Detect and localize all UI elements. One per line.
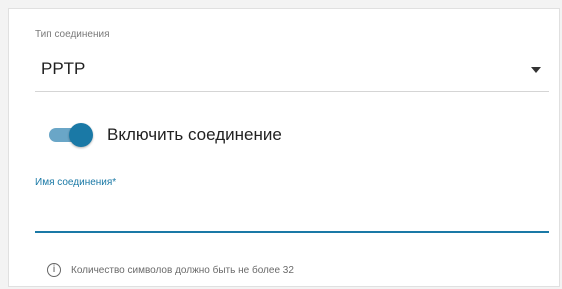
enable-connection-label: Включить соединение [107, 125, 282, 144]
connection-name-underline [35, 231, 549, 233]
toggle-thumb[interactable] [69, 123, 93, 147]
connection-name-label: Имя соединения* [35, 177, 117, 188]
connection-name-input[interactable] [35, 201, 549, 229]
info-icon: i [47, 263, 61, 277]
chevron-down-icon[interactable] [531, 67, 541, 73]
enable-connection-row[interactable]: Включить соединение [49, 119, 282, 151]
hint-row: i Количество символов должно быть не бол… [47, 263, 294, 277]
connection-settings-card: Тип соединения PPTP Включить соединение … [8, 8, 560, 287]
enable-connection-toggle[interactable] [49, 123, 93, 147]
connection-type-value[interactable]: PPTP [41, 59, 85, 79]
hint-text: Количество символов должно быть не более… [71, 264, 294, 276]
connection-type-underline [35, 91, 549, 92]
connection-type-label: Тип соединения [35, 29, 110, 40]
connection-type-select[interactable]: Тип соединения PPTP [35, 29, 549, 92]
connection-name-field: Имя соединения* [35, 177, 549, 235]
